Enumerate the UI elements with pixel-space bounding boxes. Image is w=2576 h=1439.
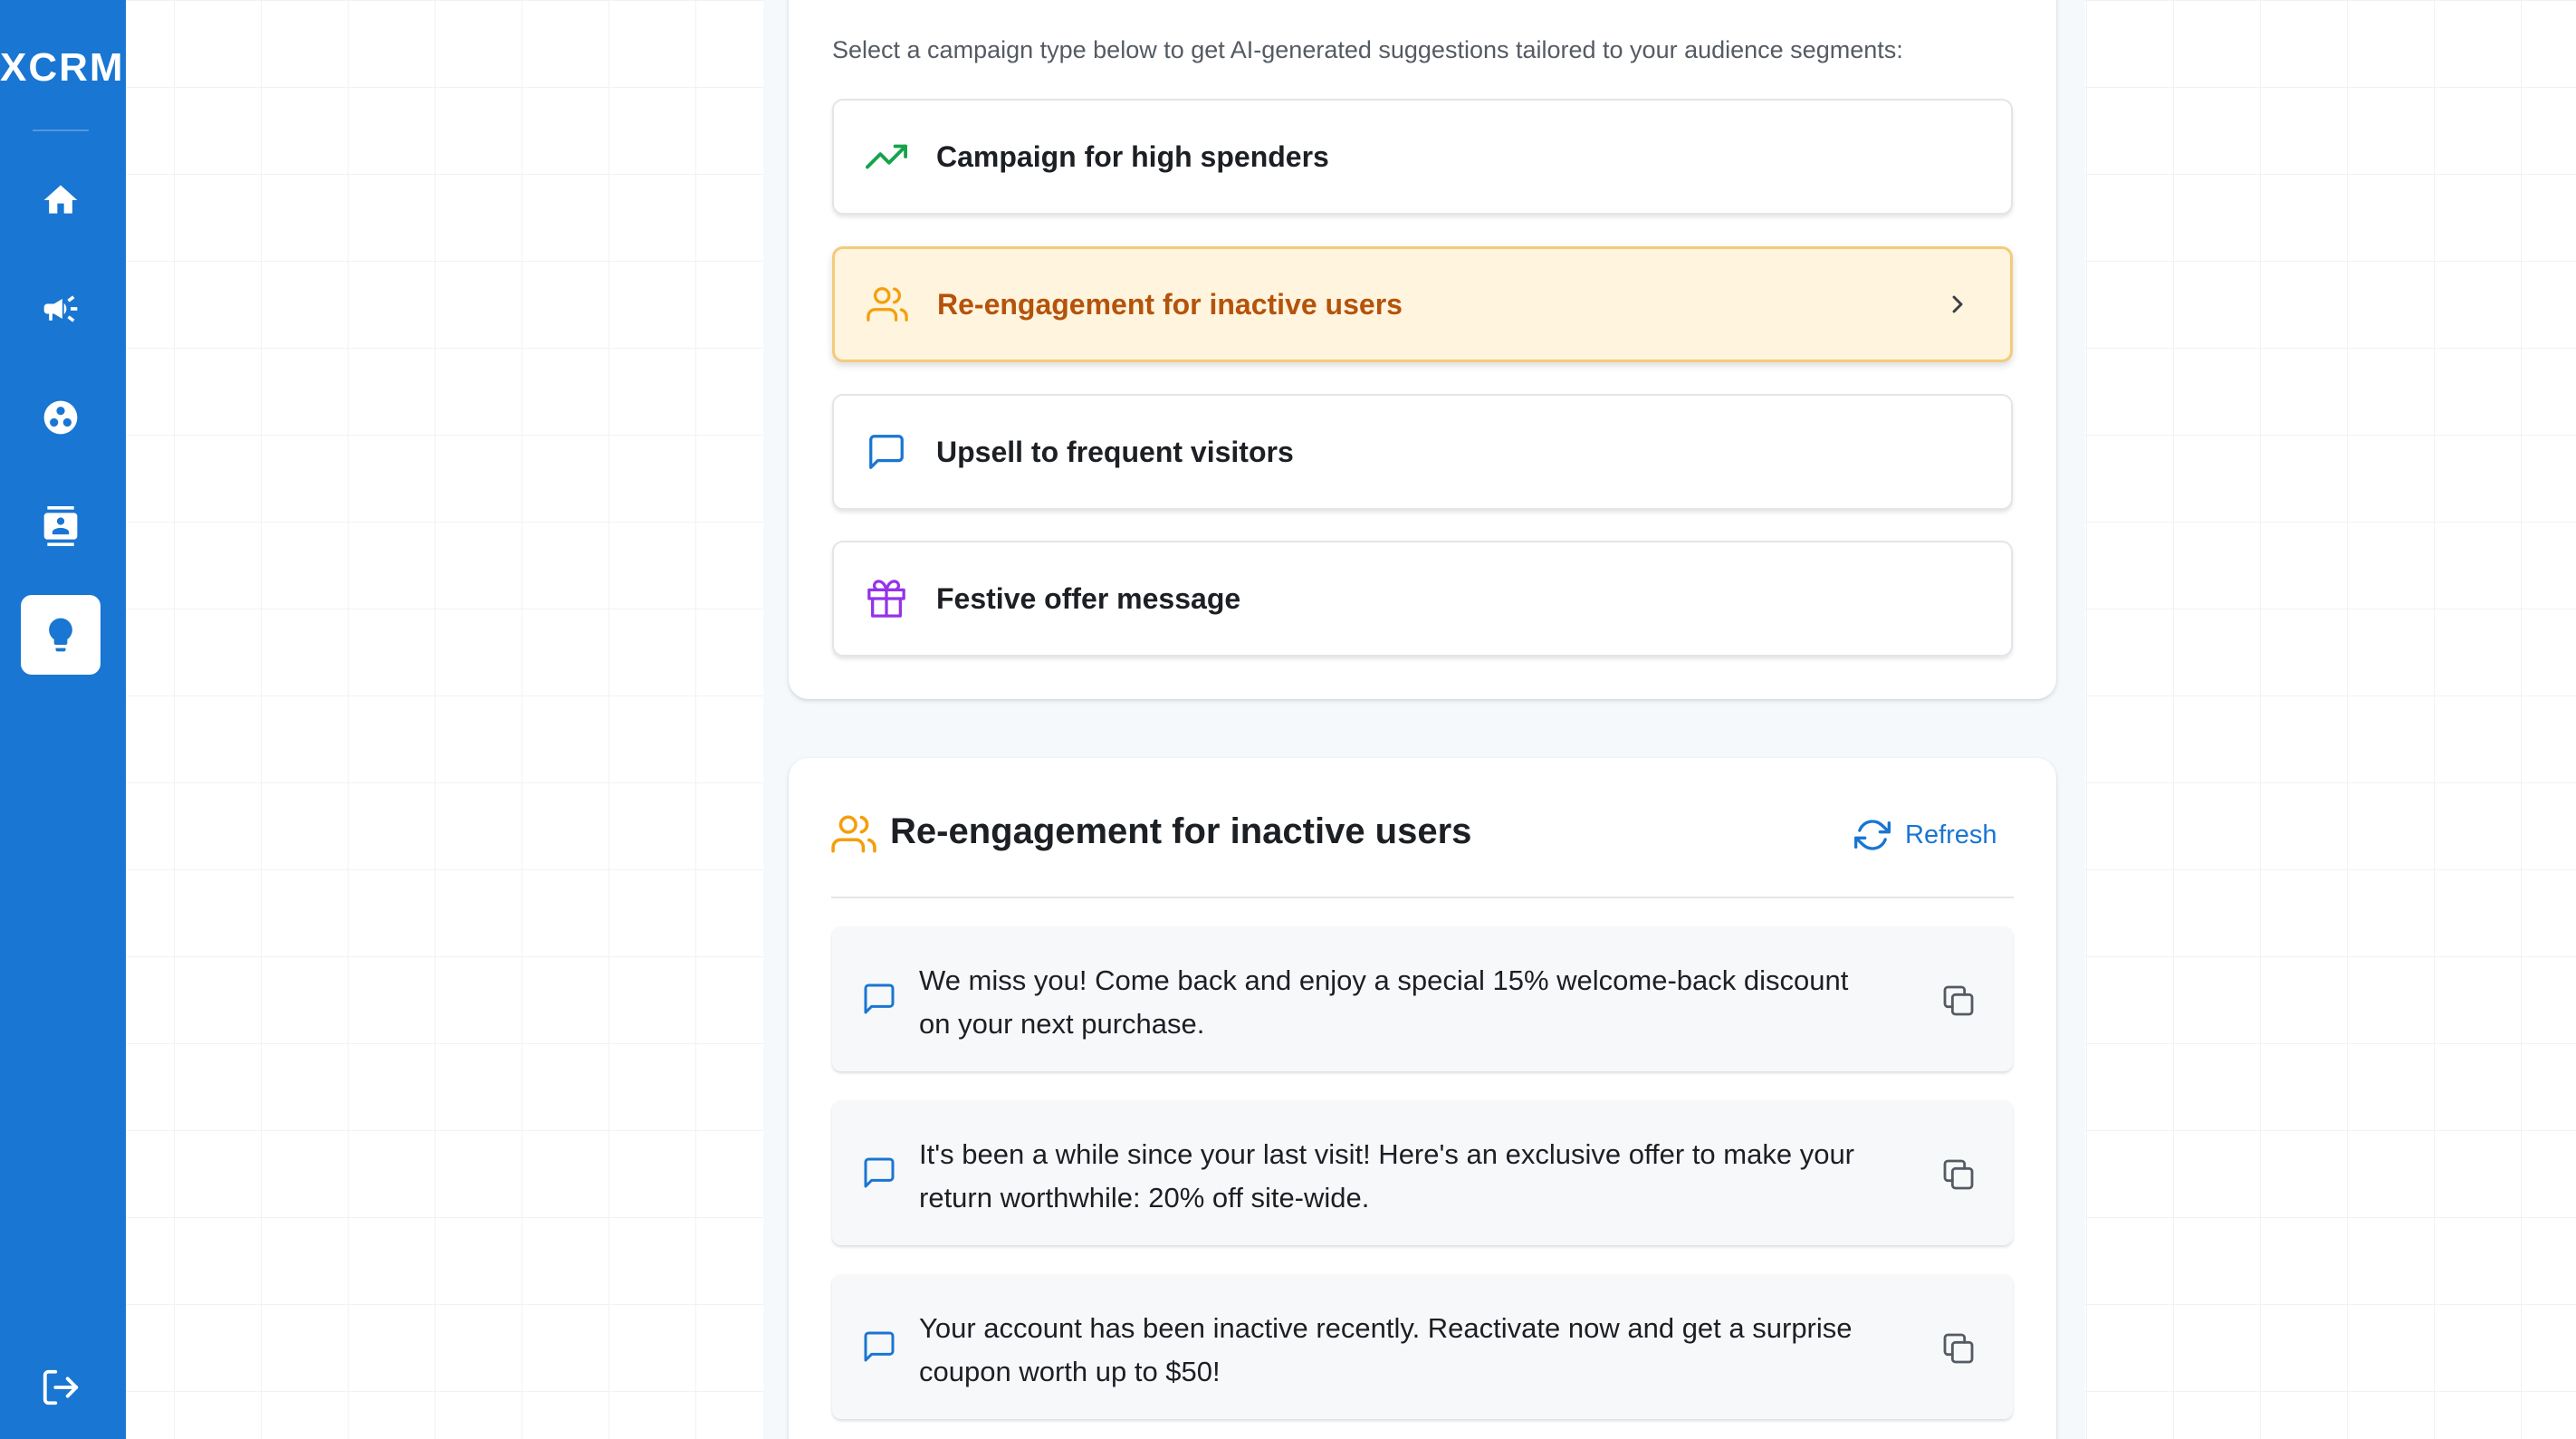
chevron-right-icon bbox=[1952, 295, 1963, 313]
app-logo: XCRM bbox=[0, 45, 125, 90]
suggestion-text: Your account has been inactive recently.… bbox=[919, 1312, 1853, 1387]
campaign-option-festive[interactable]: Festive offer message bbox=[832, 541, 2013, 657]
contacts-icon bbox=[43, 506, 78, 546]
users-icon bbox=[866, 283, 909, 326]
sidebar-item-campaigns[interactable] bbox=[21, 269, 101, 349]
logout-icon bbox=[43, 1369, 79, 1405]
suggestions-title: Re-engagement for inactive users bbox=[890, 811, 1472, 851]
message-icon bbox=[865, 430, 908, 474]
logo-divider bbox=[33, 130, 89, 131]
copy-icon[interactable] bbox=[1940, 983, 1977, 1019]
campaign-option-label: Re-engagement for inactive users bbox=[937, 287, 1403, 321]
gift-icon bbox=[865, 577, 908, 620]
campaign-option-label: Upsell to frequent visitors bbox=[936, 435, 1294, 468]
suggestion-item: Your account has been inactive recently.… bbox=[832, 1274, 2013, 1419]
message-icon bbox=[864, 983, 895, 1014]
copy-icon[interactable] bbox=[1940, 1156, 1977, 1193]
refresh-label: Refresh bbox=[1905, 820, 1997, 849]
copy-icon[interactable] bbox=[1940, 1330, 1977, 1367]
suggestion-text: We miss you! Come back and enjoy a speci… bbox=[919, 964, 1849, 1040]
trending-up-icon bbox=[865, 135, 908, 178]
sidebar: XCRM bbox=[0, 0, 126, 1439]
campaign-option-label: Festive offer message bbox=[936, 581, 1241, 615]
sidebar-item-home[interactable] bbox=[21, 160, 101, 240]
campaign-option-upsell[interactable]: Upsell to frequent visitors bbox=[832, 394, 2013, 510]
refresh-icon bbox=[1854, 820, 1891, 850]
suggestion-item: We miss you! Come back and enjoy a speci… bbox=[832, 926, 2013, 1071]
campaign-option-high-spenders[interactable]: Campaign for high spenders bbox=[832, 99, 2013, 215]
segments-icon bbox=[43, 400, 78, 435]
lightbulb-icon bbox=[49, 618, 72, 652]
message-icon bbox=[864, 1157, 895, 1188]
intro-text: Select a campaign type below to get AI-g… bbox=[832, 36, 1903, 63]
users-icon bbox=[831, 815, 876, 853]
sidebar-item-contacts[interactable] bbox=[21, 486, 101, 566]
suggestion-text: It's been a while since your last visit!… bbox=[919, 1138, 1855, 1214]
home-icon bbox=[43, 185, 78, 214]
campaign-option-label: Campaign for high spenders bbox=[936, 139, 1329, 173]
message-icon bbox=[864, 1331, 895, 1362]
campaign-option-re-engagement[interactable]: Re-engagement for inactive users bbox=[832, 246, 2013, 362]
sidebar-item-suggestions[interactable] bbox=[21, 595, 101, 675]
sidebar-item-segments[interactable] bbox=[21, 378, 101, 457]
logout-button[interactable] bbox=[21, 1348, 101, 1427]
suggestion-item: It's been a while since your last visit!… bbox=[832, 1100, 2013, 1245]
refresh-button[interactable]: Refresh bbox=[1854, 813, 1997, 857]
megaphone-icon bbox=[43, 295, 78, 322]
section-divider bbox=[831, 897, 2014, 898]
